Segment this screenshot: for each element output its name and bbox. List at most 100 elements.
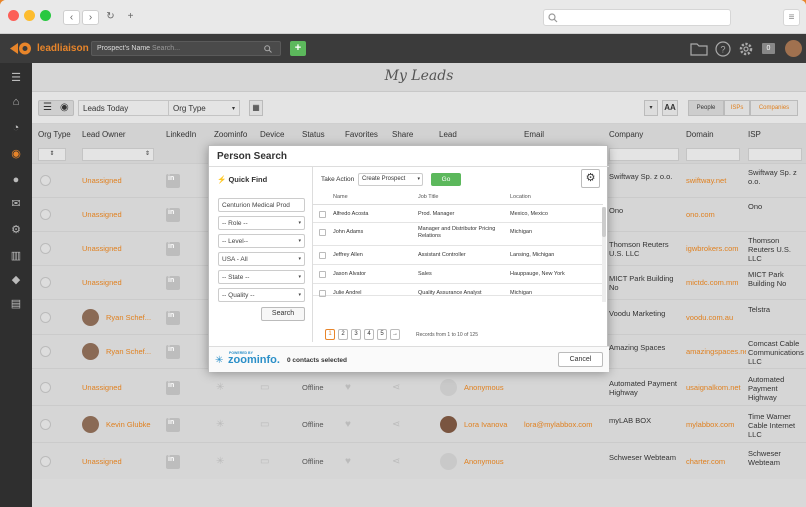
row-select-radio[interactable] [40,243,51,254]
tag-icon[interactable]: ◆ [9,273,23,287]
result-checkbox[interactable] [319,290,326,297]
column-header[interactable]: Lead [439,130,457,139]
column-header[interactable]: Lead Owner [82,130,126,139]
browser-menu-icon[interactable]: ≡ [783,9,800,26]
row-select-radio[interactable] [40,382,51,393]
column-header[interactable]: Org Type [38,130,71,139]
tab-companies[interactable]: Companies [750,100,798,116]
leads-icon[interactable]: ◉ [9,147,23,161]
page-button[interactable]: 2 [338,329,348,340]
lead-owner[interactable]: Unassigned [82,383,122,392]
minimize-window-button[interactable] [24,10,35,21]
gear-icon[interactable]: ⚙ [581,169,600,188]
domain-filter[interactable] [686,148,740,161]
domain-link[interactable]: ono.com [686,210,746,219]
page-button[interactable]: 3 [351,329,361,340]
row-select-radio[interactable] [40,209,51,220]
result-row[interactable]: Julie Andrel Quality Assurance Analyst M… [313,284,603,297]
favorite-icon[interactable]: ♥ [345,456,351,467]
table-row[interactable]: Kevin Glubke in ✳ ▭ Offline ♥ ⋖ Lora Ivanova lor… [32,405,806,442]
linkedin-icon[interactable]: in [166,381,180,395]
result-checkbox[interactable] [319,211,326,218]
linkedin-icon[interactable]: in [166,276,180,290]
linkedin-icon[interactable]: in [166,242,180,256]
cancel-button[interactable]: Cancel [558,352,603,367]
column-header[interactable]: Company [609,130,643,139]
font-size-button[interactable]: AA [662,100,678,116]
state-select[interactable]: -- State -- ▾ [218,270,305,284]
zoominfo-icon[interactable]: ✳ [216,382,224,393]
scrollbar-thumb[interactable] [602,207,606,237]
settings-icon[interactable]: ⚙ [9,223,23,237]
reload-icon[interactable]: ↻ [102,10,119,25]
zoominfo-icon[interactable]: ✳ [216,419,224,430]
new-tab-icon[interactable]: + [122,10,139,25]
lead-owner[interactable]: Unassigned [82,210,122,219]
page-button[interactable]: 5 [377,329,387,340]
linkedin-icon[interactable]: in [166,418,180,432]
tab-isps[interactable]: ISPs [724,100,750,116]
column-header[interactable]: Domain [686,130,714,139]
table-row[interactable]: Unassigned in ✳ ▭ Offline ♥ ⋖ Anonymous Automate… [32,368,806,405]
favorite-icon[interactable]: ♥ [345,382,351,393]
next-page-button[interactable]: → [390,329,400,340]
org-type-select[interactable]: Org Type ▾ [168,100,240,116]
row-select-radio[interactable] [40,312,51,323]
row-select-radio[interactable] [40,419,51,430]
domain-link[interactable]: igwbrokers.com [686,244,746,253]
result-row[interactable]: Alfredo Acosta Prod. Manager Mexico, Mex… [313,205,603,223]
page-button[interactable]: 1 [325,329,335,340]
domain-link[interactable]: charter.com [686,457,746,466]
gear-icon[interactable] [738,41,754,57]
notification-badge[interactable]: 0 [762,43,775,54]
quality-select[interactable]: -- Quality -- ▾ [218,288,305,302]
dashboard-icon[interactable]: ◔ [9,121,23,135]
role-select[interactable]: -- Role -- ▾ [218,216,305,230]
level-select[interactable]: -- Level-- ▾ [218,234,305,248]
linkedin-icon[interactable]: in [166,311,180,325]
help-icon[interactable]: ? [715,41,731,57]
org-type-filter[interactable]: ⇕ [38,148,66,161]
url-bar[interactable] [543,9,731,26]
forward-button[interactable]: › [82,10,99,25]
result-checkbox[interactable] [319,271,326,278]
company-filter[interactable] [609,148,679,161]
column-header[interactable]: Status [302,130,325,139]
view-toggle[interactable]: ☰ ◉ [38,100,74,116]
isp-filter[interactable] [748,148,802,161]
row-select-radio[interactable] [40,346,51,357]
lead-owner[interactable]: Kevin Glubke [106,420,151,429]
row-select-radio[interactable] [40,456,51,467]
linkedin-icon[interactable]: in [166,455,180,469]
domain-link[interactable]: mylabbox.com [686,420,746,429]
forms-icon[interactable]: ▤ [9,297,23,311]
add-button[interactable]: + [290,41,306,56]
take-action-select[interactable]: Create Prospect ▾ [358,173,423,186]
column-header[interactable]: LinkedIn [166,130,196,139]
column-header[interactable]: ISP [748,130,761,139]
result-checkbox[interactable] [319,252,326,259]
company-search-input[interactable]: Centurion Medical Prod [218,198,305,212]
result-row[interactable]: Jeffrey Allen Assistant Controller Lansi… [313,246,603,265]
home-icon[interactable]: ⌂ [9,95,23,109]
back-button[interactable]: ‹ [63,10,80,25]
share-icon[interactable]: ⋖ [392,382,400,393]
lead-owner-filter[interactable]: ⇕ [82,148,154,161]
linkedin-icon[interactable]: in [166,208,180,222]
lead-owner[interactable]: Unassigned [82,244,122,253]
search-button[interactable]: Search [261,307,305,321]
row-select-radio[interactable] [40,277,51,288]
column-header[interactable]: Share [392,130,413,139]
lead-name[interactable]: Lora Ivanova [464,420,507,429]
share-icon[interactable]: ⋖ [392,456,400,467]
result-row[interactable]: Jason Alvator Sales Hauppauge, New York [313,265,603,284]
country-select[interactable]: USA - All ▾ [218,252,305,266]
page-button[interactable]: 4 [364,329,374,340]
calendar-icon[interactable]: ▦ [249,100,263,116]
dropdown-icon[interactable]: ▾ [644,100,658,116]
results-scrollbar[interactable] [602,207,606,302]
lead-email[interactable]: lora@mylabbox.com [524,420,592,429]
close-window-button[interactable] [8,10,19,21]
lead-owner[interactable]: Unassigned [82,176,122,185]
column-header[interactable]: Favorites [345,130,378,139]
